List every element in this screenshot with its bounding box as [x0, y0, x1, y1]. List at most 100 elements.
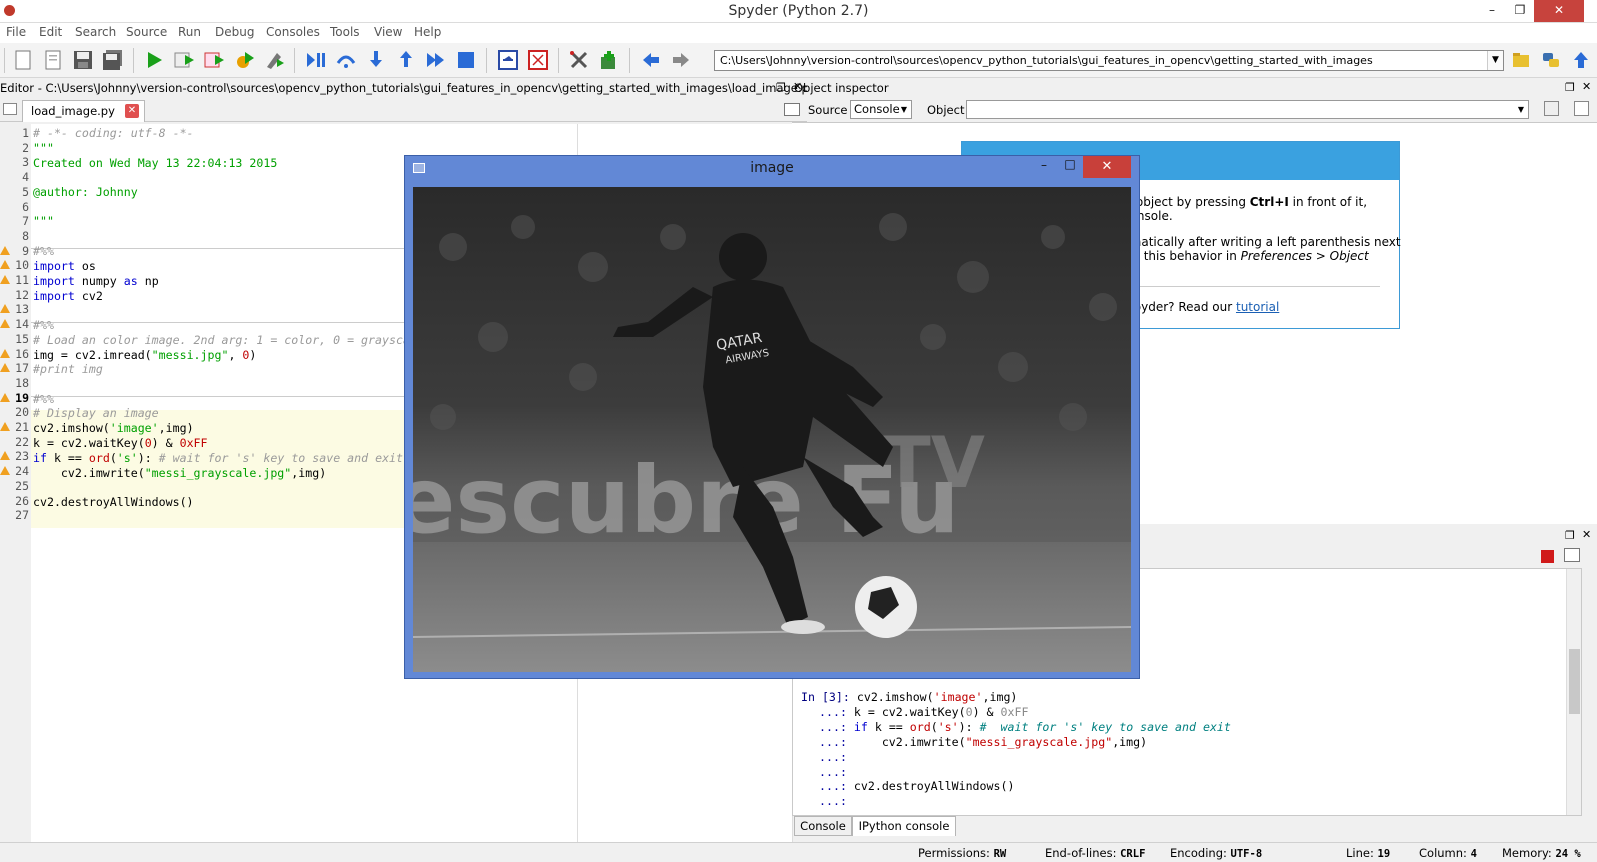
help-text-line: ivate this behavior in Preferences > Obj… — [1110, 249, 1369, 263]
warning-icon — [0, 275, 10, 284]
object-inspector-toolbar: Source Console ▼ Object ▼ — [792, 98, 1597, 122]
line-number: 6 — [22, 199, 29, 214]
help-text-line: any object by pressing Ctrl+I in front o… — [1110, 195, 1368, 209]
object-input[interactable]: ▼ — [966, 100, 1529, 119]
tab-console[interactable]: Console — [794, 816, 852, 836]
image-window-minimize-button[interactable]: – — [1033, 158, 1055, 172]
window-title: Spyder (Python 2.7) — [728, 3, 869, 19]
forward-arrow-icon[interactable] — [670, 49, 692, 71]
preferences-icon[interactable] — [568, 49, 590, 71]
close-tab-icon[interactable]: ✕ — [125, 104, 139, 118]
undock-icon[interactable]: ❐ — [1565, 81, 1575, 94]
line-number: 5 — [22, 184, 29, 199]
status-line: Line: 19 — [1346, 846, 1391, 860]
stop-debug-icon[interactable] — [455, 49, 477, 71]
warning-icon — [0, 363, 10, 373]
undock-icon[interactable]: ❐ — [1565, 529, 1575, 542]
working-directory-combo[interactable]: C:\Users\Johnny\version-control\sources\… — [714, 50, 1504, 71]
line-number-gutter: 1 2 3 4 5 6 7 8 9 10 11 12 13 14 15 16 17 18 19 20 21 22 23 24 2… — [0, 124, 31, 842]
status-eol: End-of-lines: CRLF — [1045, 846, 1146, 860]
options-menu-icon[interactable] — [1574, 101, 1589, 116]
console-prompt: In [3]: — [801, 690, 850, 704]
maximize-button[interactable]: ❐ — [1506, 0, 1534, 22]
menu-consoles[interactable]: Consoles — [266, 25, 320, 39]
warning-icon — [0, 348, 10, 358]
warning-icon — [0, 260, 10, 270]
run-cell-advance-icon[interactable] — [233, 49, 255, 71]
svg-text:TV: TV — [883, 422, 985, 504]
menu-debug[interactable]: Debug — [215, 25, 254, 39]
browse-folder-icon[interactable] — [1510, 49, 1532, 71]
status-permissions: Permissions: RW — [918, 846, 1007, 860]
run-settings-icon[interactable] — [173, 49, 195, 71]
console-scrollbar[interactable] — [1566, 569, 1581, 815]
image-window-maximize-button[interactable]: □ — [1059, 157, 1081, 171]
browse-tabs-icon[interactable] — [3, 103, 17, 115]
menu-view[interactable]: View — [374, 25, 402, 39]
warning-icon — [0, 319, 10, 329]
editor-title: Editor - C:\Users\Johnny\version-control… — [0, 81, 807, 95]
status-memory: Memory: 24 % — [1502, 846, 1581, 860]
menu-search[interactable]: Search — [75, 25, 116, 39]
menu-file[interactable]: File — [6, 25, 26, 39]
back-arrow-icon[interactable] — [640, 49, 662, 71]
minimize-button[interactable]: – — [1478, 0, 1506, 22]
menu-edit[interactable]: Edit — [39, 25, 62, 39]
tab-ipython-console[interactable]: IPython console — [852, 816, 956, 836]
main-toolbar: C:\Users\Johnny\version-control\sources\… — [0, 43, 1597, 78]
python-icon[interactable] — [1540, 49, 1562, 71]
image-window-title: image — [750, 160, 794, 176]
line-number: 8 — [22, 228, 29, 243]
step-return-icon[interactable] — [395, 49, 417, 71]
chevron-down-icon[interactable]: ▼ — [1487, 51, 1503, 70]
pythonpath-icon[interactable] — [598, 49, 620, 71]
image-window-close-button[interactable]: ✕ — [1083, 156, 1131, 178]
help-text-line: utomatically after writing a left parent… — [1110, 235, 1401, 249]
menu-help[interactable]: Help — [414, 25, 441, 39]
menu-tools[interactable]: Tools — [330, 25, 360, 39]
step-icon[interactable] — [335, 49, 357, 71]
source-select[interactable]: Console ▼ — [850, 100, 912, 119]
help-divider — [1110, 286, 1380, 287]
debug-icon[interactable] — [305, 49, 327, 71]
grayscale-photo: escubre Fu TV QATAR AIRWAYS — [413, 187, 1131, 672]
status-encoding: Encoding: UTF-8 — [1170, 846, 1263, 860]
line-number: 2 — [22, 140, 29, 155]
console-tab-bar: Console IPython console — [792, 816, 1597, 840]
undock-icon[interactable]: ❐ — [776, 81, 786, 94]
run-selection-icon[interactable] — [263, 49, 285, 71]
maximize-pane-icon[interactable] — [497, 49, 519, 71]
close-pane-icon[interactable]: ✕ — [1582, 528, 1591, 541]
line-number: 18 — [15, 375, 29, 390]
file-tab-label: load_image.py — [31, 104, 115, 118]
options-menu-icon[interactable] — [1564, 548, 1580, 562]
fullscreen-icon[interactable] — [527, 49, 549, 71]
source-value: Console — [854, 102, 900, 116]
tutorial-link[interactable]: tutorial — [1236, 300, 1279, 314]
image-window[interactable]: image – □ ✕ escubre Fu TV QATAR AIRWAYS — [404, 155, 1140, 679]
status-column: Column: 4 — [1419, 846, 1477, 860]
warning-icon — [0, 451, 10, 461]
continue-icon[interactable] — [425, 49, 447, 71]
warning-icon — [0, 304, 10, 314]
warning-icon — [0, 466, 10, 476]
chevron-down-icon: ▼ — [1517, 105, 1524, 114]
lock-icon[interactable] — [1544, 101, 1559, 116]
save-all-icon[interactable] — [102, 49, 124, 71]
close-pane-icon[interactable]: ✕ — [1582, 80, 1591, 93]
file-tab[interactable]: load_image.py ✕ — [22, 100, 145, 122]
new-file-icon[interactable] — [12, 49, 34, 71]
stop-kernel-icon[interactable] — [1541, 550, 1554, 563]
open-file-icon[interactable] — [42, 49, 64, 71]
step-into-icon[interactable] — [365, 49, 387, 71]
run-cell-icon[interactable] — [203, 49, 225, 71]
close-button[interactable]: ✕ — [1534, 0, 1584, 22]
line-number: 12 — [15, 287, 29, 302]
menu-source[interactable]: Source — [126, 25, 167, 39]
menu-run[interactable]: Run — [178, 25, 201, 39]
line-number: 15 — [15, 331, 29, 346]
line-number: 25 — [15, 478, 29, 493]
save-icon[interactable] — [72, 49, 94, 71]
run-icon[interactable] — [143, 49, 165, 71]
parent-directory-icon[interactable] — [1570, 49, 1592, 71]
